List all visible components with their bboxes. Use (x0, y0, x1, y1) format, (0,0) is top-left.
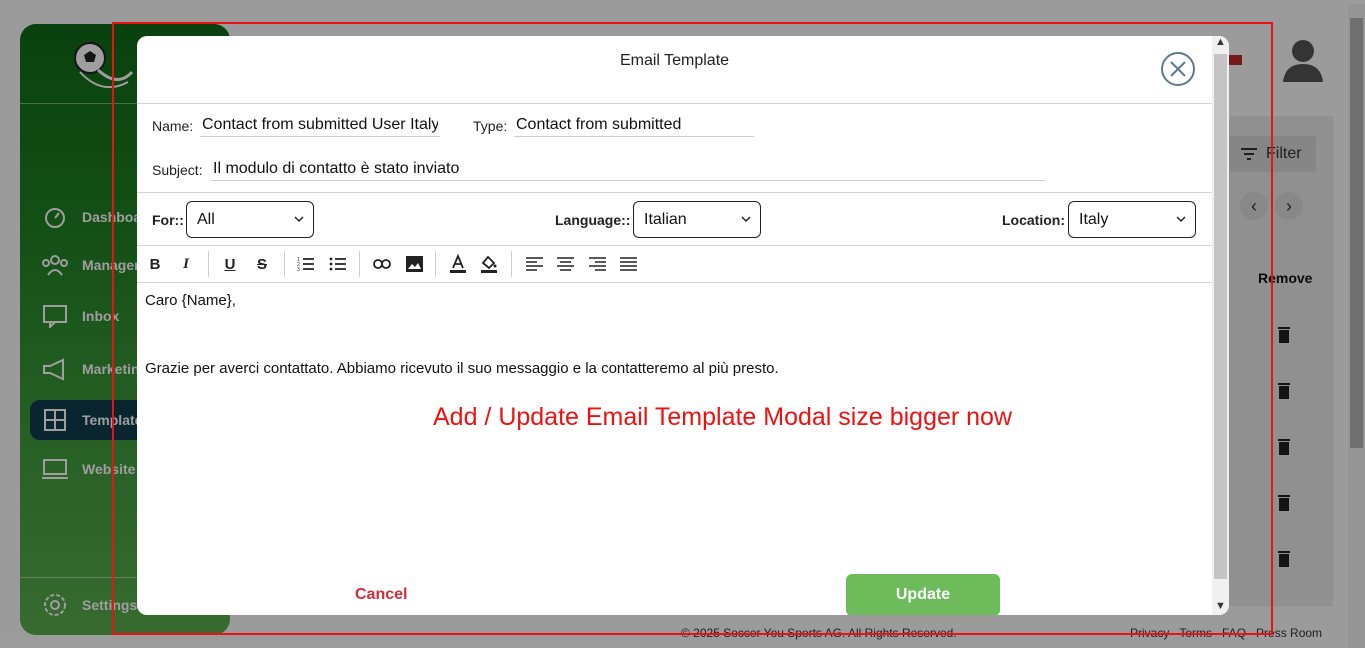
annotation-frame (112, 22, 1273, 635)
